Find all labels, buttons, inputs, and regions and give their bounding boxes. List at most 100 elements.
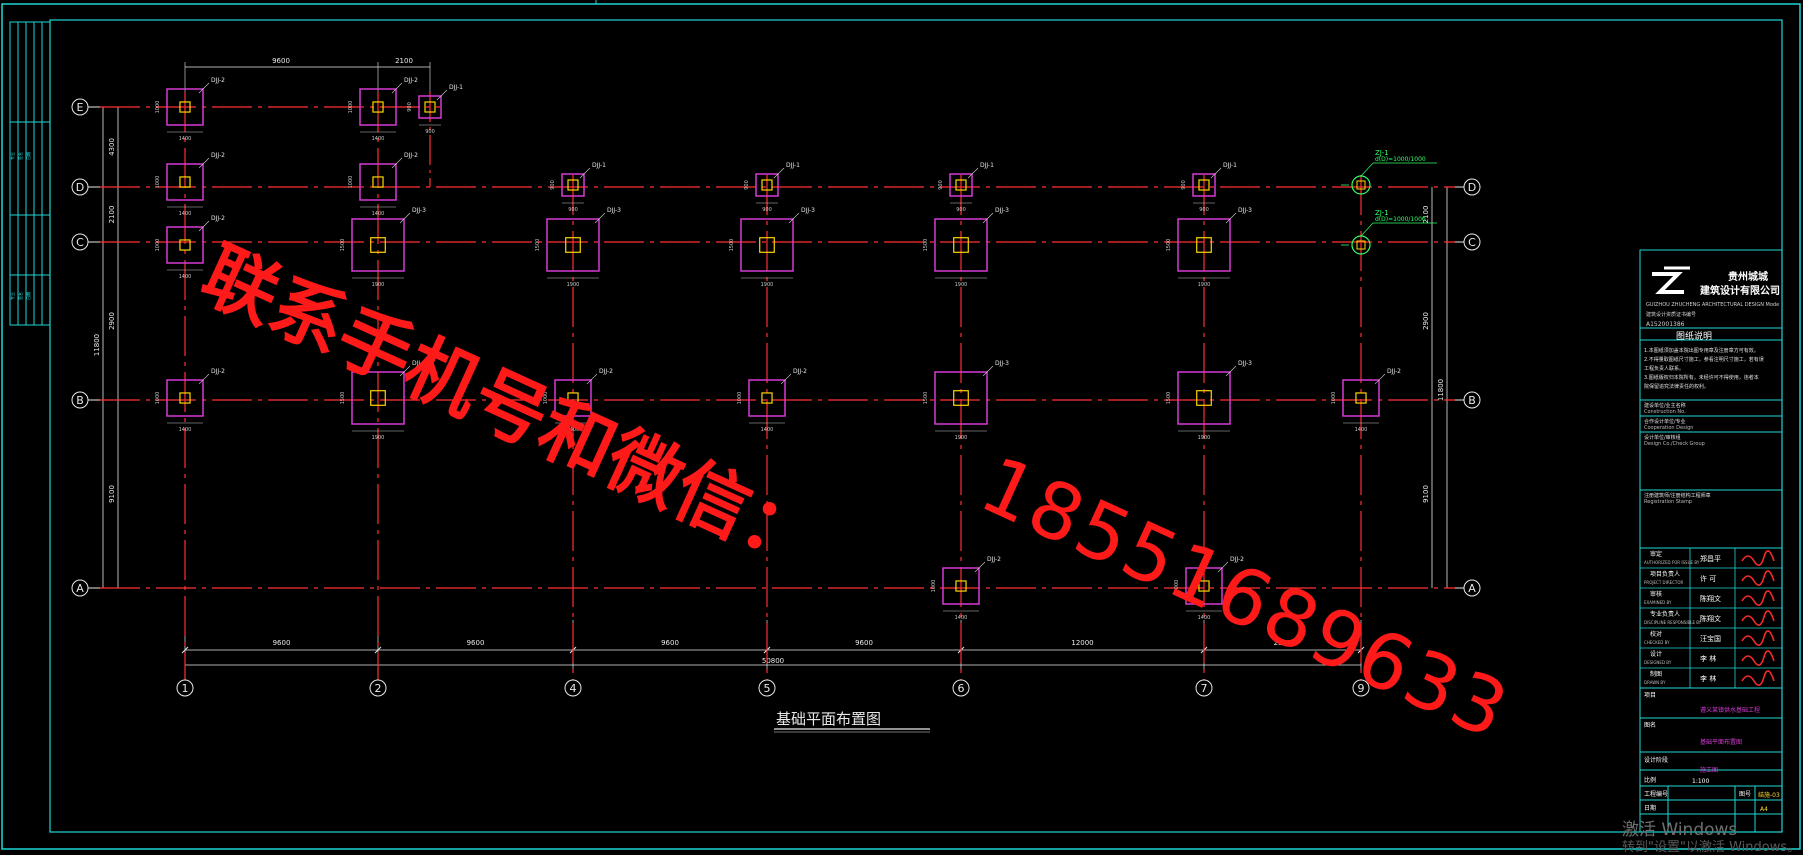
axis-label-col-2: 2: [375, 682, 382, 695]
footing-10-leader: [1210, 167, 1222, 179]
dim-text-left: 2900: [108, 312, 116, 330]
footing-7-dim-text: 900: [568, 207, 578, 213]
note-line-0: 1.本图纸须加盖本院出图专用章及注册章方可有效。: [1644, 347, 1759, 354]
cert-label: 建筑设计资质证书编号: [1646, 311, 1696, 318]
footing-18-tag: DJJ-2: [793, 368, 807, 375]
dim-text-top: 9600: [272, 57, 290, 65]
dim-text-bottom: 2900: [1274, 639, 1292, 647]
dim-text-bottom: 12000: [1071, 639, 1093, 647]
footing-15-leader: [198, 373, 210, 385]
project-label: 项目: [1644, 692, 1656, 699]
sign-name-1: 许 可: [1700, 574, 1716, 583]
axis-label-A-left: A: [76, 582, 84, 595]
axis-label-C-left: C: [76, 236, 84, 249]
note-line-4: 院保留追究法律责任的权利。: [1644, 383, 1709, 390]
note-line-1: 2.不得量取图纸尺寸施工，参看注明尺寸施工，若有误: [1644, 356, 1764, 363]
sign-role-en-3: DISCIPLINE RESPONSIBLE BY: [1644, 620, 1702, 625]
tb-row-en-3: Registration Stamp: [1644, 499, 1692, 505]
footing-19-tag: DJJ-3: [995, 360, 1009, 367]
footing-0-dim-text: 1000: [155, 101, 161, 114]
margin-label: 专业: [9, 152, 15, 160]
tb-row-en-0: Construction No.: [1644, 409, 1686, 415]
footing-6-tag: DJJ-3: [412, 207, 426, 214]
drawing-title: 基础平面布置图: [776, 710, 881, 728]
note-line-3: 3.图纸版权归本院所有，未经许可不得使用，违者本: [1644, 374, 1759, 381]
signature-2: [1741, 590, 1775, 606]
footing-6-leader: [399, 212, 411, 224]
footing-7-tag: DJJ-1: [592, 162, 606, 169]
footing-10-dim-text: 900: [1181, 180, 1187, 190]
sign-role-1: 项目负责人: [1650, 570, 1680, 578]
sign-name-4: 汪宝国: [1700, 634, 1721, 643]
zj-spec-0: d(D)=1000/1000: [1375, 156, 1426, 163]
footing-10-tag: DJJ-1: [1223, 162, 1237, 169]
axis-label-B-left: B: [76, 394, 84, 407]
dim-text-bottom: 9600: [273, 639, 291, 647]
sheet-value: 结施-03: [1758, 791, 1780, 799]
footing-9-dim-text: 900: [956, 207, 966, 213]
footing-6-dim-text: 1900: [372, 282, 385, 288]
footing-16-leader: [399, 365, 411, 377]
footing-12-dim-text: 1900: [761, 282, 774, 288]
axis-label-col-1: 1: [182, 682, 189, 695]
signature-6: [1741, 670, 1775, 686]
footing-0-leader: [198, 82, 210, 94]
axis-label-D-right: D: [1468, 181, 1476, 194]
footing-7-leader: [579, 167, 591, 179]
footing-16-tag: DJJ-3: [412, 360, 426, 367]
footing-11-leader: [594, 212, 606, 224]
footing-11-tag: DJJ-3: [607, 207, 621, 214]
signature-0: [1741, 550, 1775, 566]
footing-14-leader: [1225, 212, 1237, 224]
footing-22-tag: DJJ-2: [987, 556, 1001, 563]
footing-15-dim-text: 1000: [155, 392, 161, 405]
sign-role-6: 制图: [1650, 670, 1662, 678]
dim-text-total: 50800: [762, 657, 784, 665]
footing-5-dim-text: 1000: [155, 239, 161, 252]
footing-10-dim-text: 900: [1199, 207, 1209, 213]
footing-7-dim-text: 900: [550, 180, 556, 190]
outer-frame: [1, 3, 1801, 850]
footing-16-dim-text: 1900: [372, 435, 385, 441]
footing-11-dim-text: 1900: [567, 282, 580, 288]
dim-text-bottom: 9600: [661, 639, 679, 647]
footing-1-dim-text: 1000: [348, 101, 354, 114]
footing-12-dim-text: 1500: [729, 239, 735, 252]
signature-3: [1741, 610, 1775, 626]
footing-22-dim-text: 1400: [955, 615, 968, 621]
sign-role-en-0: AUTHORIZED FOR ISSUE BY: [1644, 560, 1700, 565]
sign-name-3: 陈翔文: [1700, 614, 1721, 623]
footing-13-dim-text: 1900: [955, 282, 968, 288]
company-name-en: GUIZHOU ZHUCHENG ARCHITECTURAL DESIGN Mo…: [1646, 302, 1779, 308]
footing-9-tag: DJJ-1: [980, 162, 994, 169]
drawing-name: 基础平面布置图: [1700, 738, 1742, 746]
axis-label-col-5: 5: [764, 682, 771, 695]
tb-row-cn-1: 合作设计单位/专业: [1644, 418, 1686, 425]
margin-label: 日期: [25, 292, 31, 300]
signature-1: [1741, 570, 1775, 586]
footing-layer: 1400 1000 DJJ-2 1400 1000 DJJ-2 900 900 DJJ-1 140…: [155, 77, 1437, 621]
footing-23-dim-text: 1400: [1198, 615, 1211, 621]
sign-role-5: 设计: [1650, 650, 1662, 658]
axis-label-col-9: 9: [1358, 682, 1365, 695]
dim-text-left: 9100: [108, 485, 116, 503]
footing-13-tag: DJJ-3: [995, 207, 1009, 214]
margin-labels: 专业 签名 日期专业 签名 日期: [9, 152, 31, 300]
tb-row-cn-2: 设计单位/审核组: [1644, 434, 1681, 441]
dim-text-right: 2900: [1422, 312, 1430, 330]
stage-label: 设计阶段: [1644, 756, 1668, 764]
drawing-canvas[interactable]: 专业 签名 日期专业 签名 日期 9600 9600 9600 9600 12000 290050…: [0, 0, 1803, 851]
company-logo: [1652, 266, 1690, 294]
footing-17-dim-text: 1000: [543, 392, 549, 405]
footing-21-dim-text: 1000: [1331, 392, 1337, 405]
footing-9-dim-text: 900: [938, 180, 944, 190]
tb-row-cn-0: 建设单位/业主名称: [1644, 402, 1686, 409]
footing-20-leader: [1225, 365, 1237, 377]
footing-17-dim-text: 1400: [567, 427, 580, 433]
company-name-cn: 贵州城城: [1728, 270, 1768, 283]
sign-role-en-2: EXAMINED BY: [1644, 600, 1672, 605]
signature-5: [1741, 650, 1775, 666]
drawing-name-label: 图名: [1644, 721, 1656, 729]
sign-role-en-1: PROJECT DIRECTOR: [1644, 580, 1684, 585]
margin-label: 签名: [17, 152, 23, 160]
